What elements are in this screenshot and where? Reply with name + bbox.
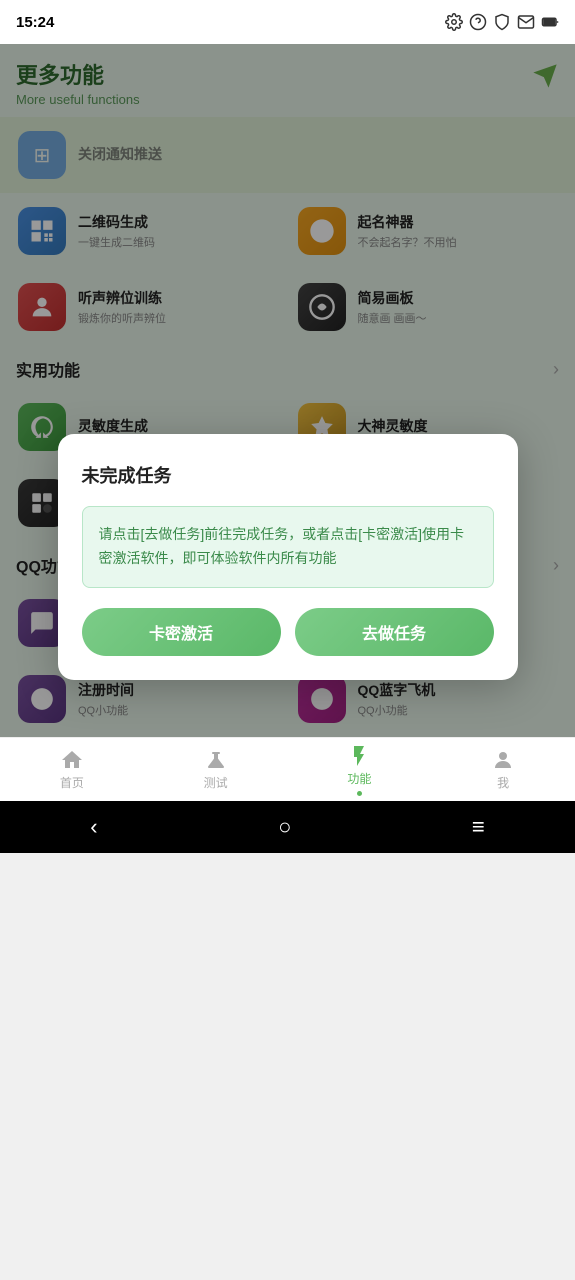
nav-profile-label: 我 bbox=[497, 774, 509, 791]
incomplete-task-dialog: 未完成任务 请点击[去做任务]前往完成任务，或者点击[卡密激活]使用卡密激活软件… bbox=[58, 434, 518, 680]
dialog-body: 请点击[去做任务]前往完成任务，或者点击[卡密激活]使用卡密激活软件，即可体验软… bbox=[82, 506, 494, 588]
battery-icon bbox=[541, 13, 559, 31]
settings-icon bbox=[445, 13, 463, 31]
android-nav-bar: ‹ ○ ≡ bbox=[0, 801, 575, 853]
nav-home-label: 首页 bbox=[60, 774, 84, 791]
nav-features[interactable]: 功能 bbox=[288, 744, 432, 796]
nav-home[interactable]: 首页 bbox=[0, 748, 144, 791]
bottom-nav: 首页 测试 功能 我 bbox=[0, 737, 575, 801]
do-task-button[interactable]: 去做任务 bbox=[295, 608, 494, 656]
nav-features-label: 功能 bbox=[347, 770, 371, 787]
android-back-button[interactable]: ‹ bbox=[70, 806, 117, 848]
nav-test[interactable]: 测试 bbox=[144, 748, 288, 791]
nav-profile[interactable]: 我 bbox=[431, 748, 575, 791]
dialog-body-text: 请点击[去做任务]前往完成任务，或者点击[卡密激活]使用卡密激活软件，即可体验软… bbox=[99, 523, 477, 571]
dialog-buttons: 卡密激活 去做任务 bbox=[82, 608, 494, 656]
nav-test-label: 测试 bbox=[204, 774, 228, 791]
shield-icon bbox=[493, 13, 511, 31]
android-menu-button[interactable]: ≡ bbox=[452, 806, 505, 848]
nav-active-dot bbox=[357, 791, 362, 796]
status-time: 15:24 bbox=[16, 14, 54, 31]
status-bar: 15:24 bbox=[0, 0, 575, 44]
status-icons bbox=[445, 13, 559, 31]
dialog-title: 未完成任务 bbox=[82, 462, 494, 488]
mail-icon bbox=[517, 13, 535, 31]
activate-button[interactable]: 卡密激活 bbox=[82, 608, 281, 656]
android-home-button[interactable]: ○ bbox=[258, 806, 311, 848]
question-icon bbox=[469, 13, 487, 31]
